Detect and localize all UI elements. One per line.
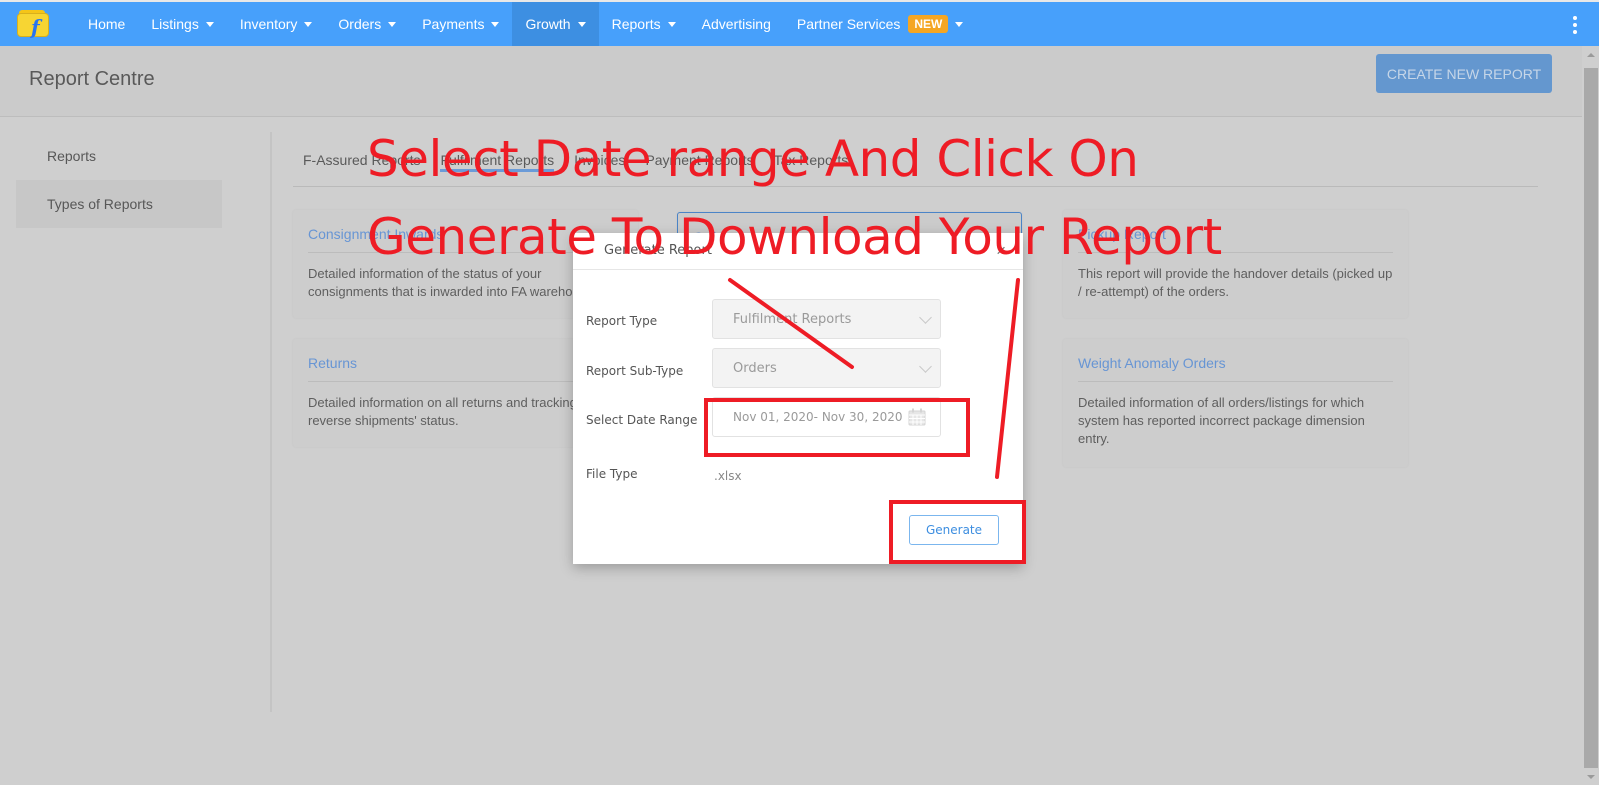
card-description: Detailed information of all orders/listi… [1078,395,1365,446]
file-type-value: .xlsx [714,469,742,483]
report-type-select[interactable]: Fulfilment Reports [712,299,941,339]
kebab-menu-icon[interactable] [1573,16,1577,34]
sidebar: Reports Types of Reports [0,132,272,712]
nav-home-label: Home [88,16,126,32]
nav-payments-label: Payments [422,16,485,32]
caret-down-icon [667,21,676,27]
nav-growth-label: Growth [525,16,571,32]
report-type-value: Fulfilment Reports [733,311,852,327]
sidebar-item-label: Types of Reports [47,196,153,212]
annotation-instruction-line-1: Select Date range And Click On [367,130,1139,188]
file-type-label: File Type [586,467,638,481]
nav-listings-label: Listings [151,16,199,32]
nav-reports-label: Reports [611,16,661,32]
scroll-up-arrow-icon[interactable] [1587,53,1595,57]
flipkart-logo-icon[interactable]: f [17,10,51,39]
nav-advertising[interactable]: Advertising [689,2,784,46]
scroll-thumb[interactable] [1584,68,1598,768]
card-description: This report will provide the handover de… [1078,266,1393,299]
nav-home[interactable]: Home [75,2,138,46]
sidebar-item-reports[interactable]: Reports [16,132,222,180]
report-sub-type-label: Report Sub-Type [586,364,684,378]
report-sub-type-value: Orders [733,360,777,376]
annotation-highlight-date-range [704,398,970,457]
nav-inventory-label: Inventory [239,16,298,32]
report-card-weight-anomaly-orders[interactable]: Weight Anomaly Orders Detailed informati… [1063,339,1408,467]
caret-down-icon [955,21,964,27]
sidebar-item-types-of-reports[interactable]: Types of Reports [16,180,222,228]
nav-reports[interactable]: Reports [599,2,689,46]
annotation-highlight-generate [889,500,1026,564]
date-range-label: Select Date Range [586,413,698,427]
scroll-down-arrow-icon[interactable] [1587,775,1595,779]
nav-orders[interactable]: Orders [325,2,409,46]
report-type-label: Report Type [586,314,658,328]
card-title[interactable]: Weight Anomaly Orders [1078,355,1393,382]
report-sub-type-select[interactable]: Orders [712,348,941,388]
annotation-instruction-line-2: Generate To Download Your Report [367,208,1222,266]
chevron-down-icon [919,311,932,324]
page-header: Report Centre CREATE NEW REPORT [0,46,1582,117]
create-new-report-button[interactable]: CREATE NEW REPORT [1376,54,1552,93]
caret-down-icon [304,21,313,27]
nav-listings[interactable]: Listings [138,2,226,46]
nav-advertising-label: Advertising [701,16,771,32]
chevron-down-icon [919,360,932,373]
caret-down-icon [388,21,397,27]
top-navigation-bar: f Home Listings Inventory Orders Payment… [0,0,1599,46]
page-title: Report Centre [29,68,155,90]
caret-down-icon [205,21,214,27]
vertical-scrollbar[interactable] [1583,46,1599,785]
caret-down-icon [577,21,586,27]
sidebar-item-label: Reports [47,148,97,164]
new-badge: NEW [908,15,949,33]
nav-partner-services[interactable]: Partner Services NEW [784,2,976,46]
nav-partner-services-label: Partner Services [796,16,901,32]
nav-orders-label: Orders [338,16,382,32]
nav-growth[interactable]: Growth [512,2,599,46]
caret-down-icon [491,21,500,27]
nav-inventory[interactable]: Inventory [227,2,326,46]
nav-payments[interactable]: Payments [409,2,512,46]
